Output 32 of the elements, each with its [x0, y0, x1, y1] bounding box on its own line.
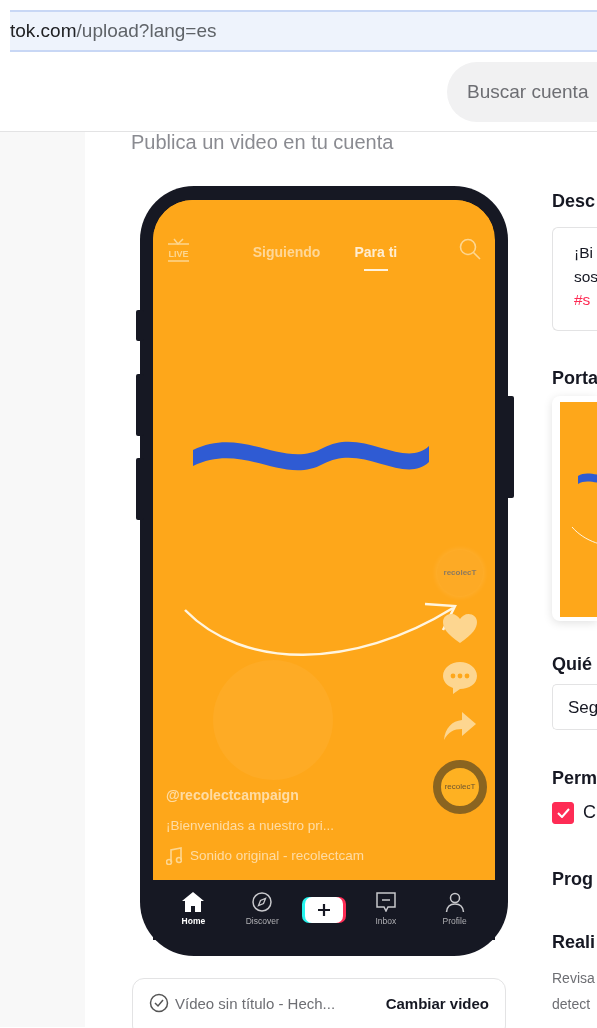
checkmark-icon [556, 807, 570, 818]
search-icon[interactable] [459, 238, 481, 260]
check-circle-icon [149, 993, 169, 1013]
help-text: Revisa detect [552, 969, 596, 1014]
audience-select[interactable]: Seg [552, 684, 597, 730]
home-icon [182, 892, 205, 913]
section-label: Reali [552, 931, 597, 953]
share-icon[interactable] [444, 712, 476, 740]
heart-icon[interactable] [443, 614, 477, 644]
section-label: Perm [552, 767, 597, 789]
video-caption: ¡Bienvenidas a nuestro pri... [166, 816, 336, 835]
create-button[interactable] [305, 897, 343, 923]
message-icon [375, 892, 396, 913]
file-name: Vídeo sin título - Hech... [175, 994, 336, 1014]
comment-icon[interactable] [443, 662, 477, 694]
checkbox[interactable] [552, 801, 574, 824]
search-field[interactable]: Buscar cuenta [447, 61, 597, 122]
plus-icon [318, 904, 330, 916]
change-video-link[interactable]: Cambiar video [385, 993, 489, 1016]
person-icon [444, 892, 465, 913]
page-title: Publica un video en tu cuenta [131, 132, 395, 152]
checkbox-label: C [583, 801, 596, 824]
music-note-icon [166, 846, 182, 865]
section-label: Quié [552, 653, 593, 675]
description-field[interactable]: ¡Bi sos #s [552, 227, 597, 331]
nav-tab[interactable]: Profile [428, 892, 481, 928]
nav-tab[interactable]: Discover [236, 892, 289, 928]
nav-tab[interactable]: Home [167, 892, 220, 928]
nav-tab[interactable]: Inbox [359, 892, 412, 928]
compass-icon [252, 892, 273, 913]
section-label: Desc [552, 190, 597, 212]
section-label: Prog [552, 868, 594, 890]
